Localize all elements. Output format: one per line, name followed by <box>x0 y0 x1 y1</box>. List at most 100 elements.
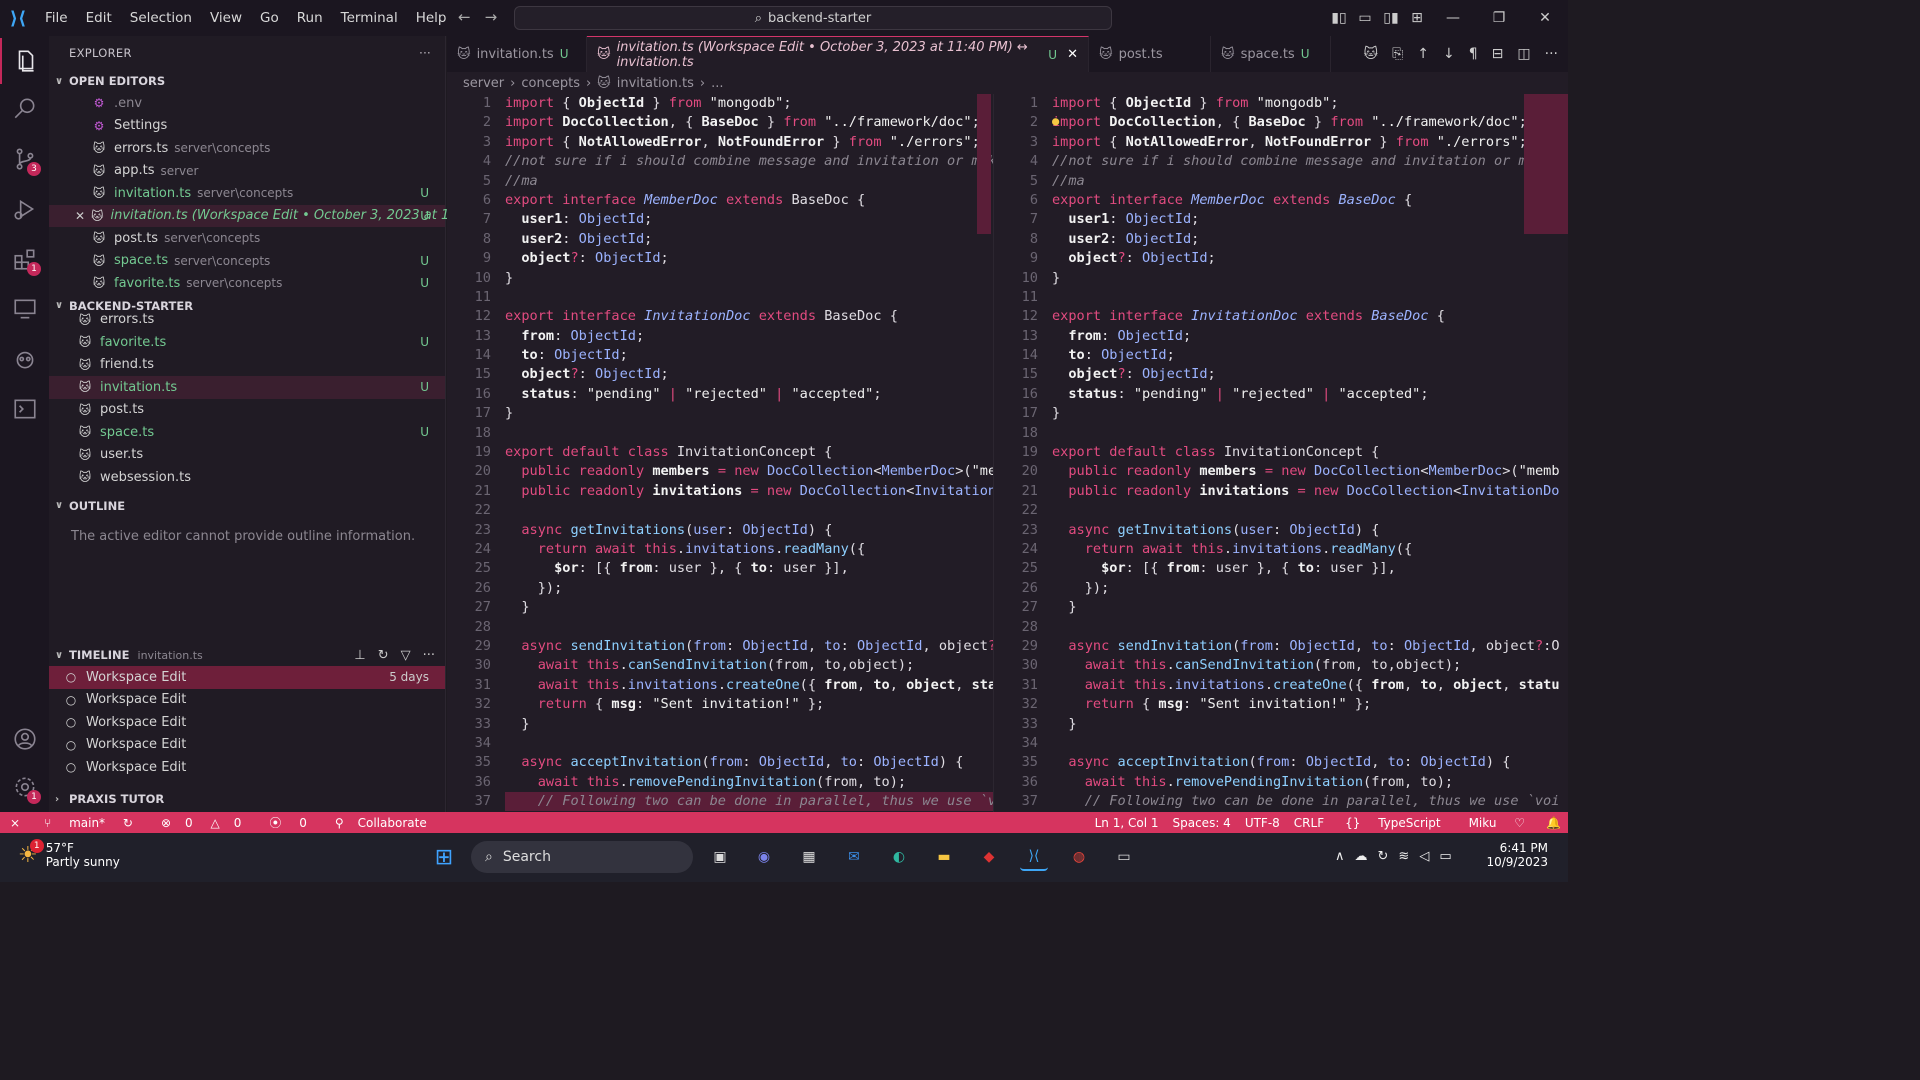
code-line[interactable]: } <box>505 404 993 423</box>
code-line[interactable]: return await this.invitations.readMany({ <box>1052 540 1560 559</box>
timeline-item[interactable]: ○ Workspace Edit <box>49 756 445 779</box>
code-line[interactable]: await this.canSendInvitation(from, to,ob… <box>505 656 993 675</box>
file-tree-item[interactable]: 🐱 post.ts <box>49 399 445 422</box>
menu-terminal[interactable]: Terminal <box>332 10 407 26</box>
code-line[interactable]: return { msg: "Sent invitation!" }; <box>505 695 993 714</box>
code-line[interactable]: user2: ObjectId; <box>505 230 993 249</box>
restore-button[interactable]: ❐ <box>1476 10 1522 26</box>
language-mode[interactable]: {} TypeScript <box>1331 816 1454 830</box>
code-line[interactable]: export interface MemberDoc extends BaseD… <box>505 191 993 210</box>
notifications-bell-icon[interactable]: 🔔 <box>1539 816 1568 830</box>
collaborate-button[interactable]: ⚲ Collaborate <box>321 816 441 830</box>
code-line[interactable]: // Following two can be done in parallel… <box>1052 792 1560 811</box>
edge-icon[interactable]: ◐ <box>885 843 913 871</box>
menu-go[interactable]: Go <box>251 10 288 26</box>
open-editor-item[interactable]: 🐱 errors.ts server\concepts <box>49 137 445 160</box>
code-line[interactable]: object?: ObjectId; <box>1052 249 1560 268</box>
code-line[interactable]: async sendInvitation(from: ObjectId, to:… <box>505 637 993 656</box>
terminal-taskbar-icon[interactable]: ▭ <box>1110 843 1138 871</box>
code-line[interactable]: //ma <box>1052 172 1560 191</box>
open-editor-item[interactable]: 🐱 invitation.ts server\concepts U <box>49 182 445 205</box>
code-line[interactable]: } <box>1052 404 1560 423</box>
code-line[interactable]: public readonly invitations = new DocCol… <box>1052 482 1560 501</box>
timeline-item[interactable]: ○ Workspace Edit 5 days <box>49 666 445 689</box>
timeline-item[interactable]: ○ Workspace Edit <box>49 711 445 734</box>
code-line[interactable]: }); <box>1052 579 1560 598</box>
breadcrumb-file[interactable]: invitation.ts <box>617 76 694 91</box>
problems-indicator[interactable]: ⊗ 0 △ 0 <box>147 816 255 830</box>
explorer-icon[interactable] <box>0 38 49 84</box>
tab-invitation-diff[interactable]: 🐱 invitation.ts (Workspace Edit • October… <box>587 36 1089 72</box>
code-line[interactable]: } <box>505 715 993 734</box>
extensions-icon[interactable]: 1 <box>0 236 49 282</box>
code-line[interactable] <box>1052 618 1560 637</box>
settings-gear-icon[interactable]: 1 <box>0 764 49 810</box>
task-view-icon[interactable]: ▣ <box>706 843 734 871</box>
lightbulb-icon[interactable]: ● <box>1052 114 1059 128</box>
split-editor-icon[interactable]: ◫ <box>1517 46 1530 62</box>
code-line[interactable]: export interface MemberDoc extends BaseD… <box>1052 191 1560 210</box>
code-line[interactable]: } <box>1052 269 1560 288</box>
battery-icon[interactable]: ▭ <box>1439 849 1451 864</box>
teams-icon[interactable]: ◉ <box>750 843 778 871</box>
forward-arrow-icon[interactable]: → <box>485 8 498 26</box>
tab-invitation[interactable]: 🐱 invitation.ts U <box>447 36 587 72</box>
code-line[interactable] <box>1052 424 1560 443</box>
more-actions-icon[interactable]: ··· <box>419 36 431 70</box>
menu-edit[interactable]: Edit <box>77 10 121 26</box>
open-editor-item[interactable]: 🐱 favorite.ts server\concepts U <box>49 272 445 295</box>
breadcrumb-server[interactable]: server <box>463 76 504 91</box>
code-line[interactable]: await this.canSendInvitation(from, to,ob… <box>1052 656 1560 675</box>
encoding[interactable]: UTF-8 <box>1238 816 1287 830</box>
code-line[interactable]: }); <box>505 579 993 598</box>
more-actions-icon[interactable]: ··· <box>1545 46 1558 62</box>
theme-indicator[interactable]: Miku ♡ <box>1455 816 1539 830</box>
code-line[interactable] <box>505 734 993 753</box>
terminal-icon[interactable] <box>0 386 49 432</box>
code-line[interactable]: object?: ObjectId; <box>505 249 993 268</box>
volume-icon[interactable]: ◁ <box>1419 849 1429 864</box>
code-content[interactable]: import { ObjectId } from "mongodb"; impor… <box>1052 94 1560 811</box>
chrome-icon[interactable]: ◍ <box>1065 843 1093 871</box>
scrollbar-thumb[interactable] <box>977 94 991 234</box>
code-line[interactable] <box>505 424 993 443</box>
eol[interactable]: CRLF <box>1287 816 1331 830</box>
code-line[interactable]: import { NotAllowedError, NotFoundError … <box>1052 133 1560 152</box>
code-line[interactable]: } <box>1052 598 1560 617</box>
previous-change-icon[interactable]: ↑ <box>1417 46 1429 62</box>
code-line[interactable]: async acceptInvitation(from: ObjectId, t… <box>505 753 993 772</box>
code-line[interactable]: public readonly members = new DocCollect… <box>505 462 993 481</box>
wifi-icon[interactable]: ≋ <box>1398 849 1409 864</box>
code-line[interactable] <box>1052 288 1560 307</box>
code-line[interactable] <box>1052 734 1560 753</box>
code-line[interactable]: await this.removePendingInvitation(from,… <box>1052 773 1560 792</box>
code-line[interactable]: // Following two can be done in parallel… <box>505 792 993 812</box>
account-icon[interactable] <box>0 716 49 762</box>
remote-explorer-icon[interactable] <box>0 286 49 332</box>
code-line[interactable]: async getInvitations(user: ObjectId) { <box>1052 521 1560 540</box>
code-line[interactable]: export interface InvitationDoc extends B… <box>1052 307 1560 326</box>
app-icon[interactable]: ◆ <box>975 843 1003 871</box>
file-tree-item[interactable]: 🐱 user.ts <box>49 444 445 467</box>
branch-indicator[interactable]: ⑂ main* ↻ <box>30 816 147 830</box>
timeline-item[interactable]: ○ Workspace Edit <box>49 734 445 757</box>
code-line[interactable]: $or: [{ from: user }, { to: user }], <box>505 559 993 578</box>
refresh-icon[interactable]: ↻ <box>378 648 389 663</box>
back-arrow-icon[interactable]: ← <box>458 8 471 26</box>
code-line[interactable]: to: ObjectId; <box>505 346 993 365</box>
open-file-icon[interactable]: ⎘ <box>1392 46 1403 62</box>
code-line[interactable]: $or: [{ from: user }, { to: user }], <box>1052 559 1560 578</box>
inline-view-icon[interactable]: ⊟ <box>1492 46 1504 62</box>
code-line[interactable] <box>505 288 993 307</box>
code-line[interactable]: from: ObjectId; <box>1052 327 1560 346</box>
code-line[interactable]: } <box>1052 715 1560 734</box>
code-line[interactable]: async getInvitations(user: ObjectId) { <box>505 521 993 540</box>
code-line[interactable]: user1: ObjectId; <box>505 210 993 229</box>
code-line[interactable]: object?: ObjectId; <box>1052 365 1560 384</box>
breadcrumb-more[interactable]: ... <box>711 76 723 91</box>
code-line[interactable]: object?: ObjectId; <box>505 365 993 384</box>
copilot-icon[interactable] <box>0 336 49 382</box>
file-tree-item[interactable]: 🐱 websession.ts <box>49 466 445 489</box>
file-explorer-icon[interactable]: ▬ <box>930 843 958 871</box>
remote-icon[interactable]: ⨯ <box>0 816 30 830</box>
